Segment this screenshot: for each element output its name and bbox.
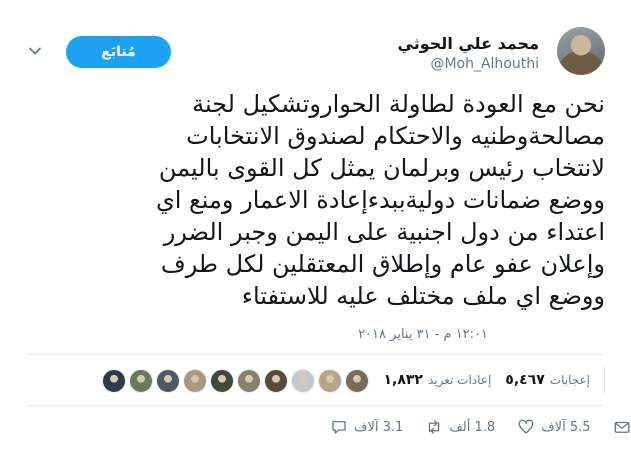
direct-message-action[interactable] [613, 418, 631, 436]
follow-button[interactable]: مُتابَع [66, 36, 171, 68]
retweet-action-count: 1.8 ألف [449, 419, 496, 435]
author-avatar[interactable] [557, 27, 605, 75]
retweet-count: ١,٨٣٢ [383, 372, 423, 388]
liker-avatar[interactable] [264, 369, 288, 393]
like-action[interactable]: 5.5 آلاف [517, 418, 591, 436]
retweet-stat[interactable]: ١,٨٣٢ إعادات تغريد [383, 372, 491, 388]
author-handle[interactable]: @Moh_Alhouthi [430, 56, 539, 72]
reply-count: 3.1 آلاف [354, 419, 404, 435]
tweet-text-line: نحن مع العودة لطاولة الحواروتشكيل لجنة [192, 90, 605, 118]
like-label: إعجابات [549, 373, 590, 387]
tweet-text-line: اعتداء من دول اجنبية على اليمن وجبر الضر… [163, 218, 605, 246]
chevron-down-icon[interactable] [28, 44, 42, 58]
liker-avatar[interactable] [237, 369, 261, 393]
tweet-text-line: ووضع اي ملف مختلف عليه للاستفتاء [241, 282, 605, 310]
liker-avatar[interactable] [318, 369, 342, 393]
liker-avatar[interactable] [345, 369, 369, 393]
liker-avatar[interactable] [183, 369, 207, 393]
stats-separator [604, 366, 605, 394]
reply-icon [332, 421, 346, 434]
liker-avatar[interactable] [291, 369, 315, 393]
tweet-text-line: لانتخاب رئيس وبرلمان يمثل كل القوى باليم… [158, 154, 605, 182]
divider [26, 405, 605, 406]
author-name[interactable]: محمد علي الحوثي [398, 34, 539, 53]
tweet-timestamp[interactable]: ١٢:٠١ م - ٣١ يناير ٢٠١٨ [358, 327, 488, 342]
like-action-count: 5.5 آلاف [541, 419, 591, 435]
retweet-action[interactable]: 1.8 ألف [425, 418, 495, 436]
divider [26, 354, 605, 355]
tweet-text-line: ووضع ضمانات دوليةببدءإعادة الاعمار ومنع … [155, 186, 605, 214]
tweet-text-line: وإعلان عفو عام وإطلاق المعتقلين لكل طرف [160, 250, 605, 278]
liker-avatar[interactable] [156, 369, 180, 393]
tweet-actions: 3.1 آلاف 1.8 ألف 5.5 آلاف [330, 418, 631, 436]
retweet-icon [429, 420, 440, 434]
tweet-card: محمد علي الحوثي @Moh_Alhouthi مُتابَع نح… [0, 0, 631, 463]
liker-avatar[interactable] [129, 369, 153, 393]
liker-avatar[interactable] [210, 369, 234, 393]
envelope-icon [614, 421, 629, 433]
heart-icon [518, 419, 534, 434]
retweet-label: إعادات تغريد [427, 373, 492, 387]
like-stat[interactable]: ٥,٤٦٧ إعجابات [505, 372, 590, 388]
like-count: ٥,٤٦٧ [505, 372, 545, 388]
liker-avatar[interactable] [102, 369, 126, 393]
reply-action[interactable]: 3.1 آلاف [330, 418, 403, 436]
tweet-text-line: مصالحةوطنيه والاحتكام لصندوق الانتخابات [186, 122, 605, 150]
liker-avatars [102, 369, 369, 393]
tweet-stats: ١,٨٣٢ إعادات تغريد ٥,٤٦٧ إعجابات [369, 366, 605, 394]
tweet-text: نحن مع العودة لطاولة الحواروتشكيل لجنة م… [45, 88, 605, 312]
